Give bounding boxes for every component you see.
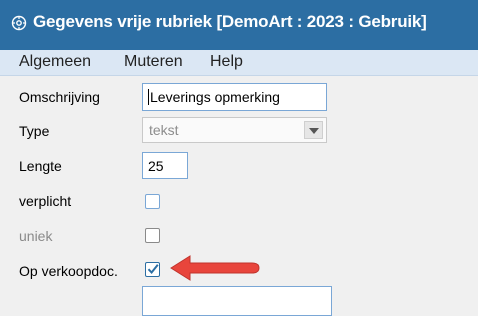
checkmark-icon: [147, 264, 159, 275]
lengte-label: Lengte: [19, 158, 62, 174]
arrow-left-icon: [170, 255, 260, 281]
chevron-down-icon[interactable]: [304, 121, 323, 139]
text-caret: [148, 89, 149, 105]
op-verkoopdoc-label: Op verkoopdoc.: [19, 263, 118, 279]
omschrijving-label: Omschrijving: [19, 89, 100, 105]
type-label: Type: [19, 123, 50, 139]
menu-item-muteren[interactable]: Muteren: [124, 53, 183, 71]
omschrijving-value: Leverings opmerking: [150, 89, 280, 105]
verplicht-label: verplicht: [19, 193, 72, 209]
window-title: Gegevens vrije rubriek [DemoArt : 2023 :…: [33, 12, 427, 31]
lengte-input[interactable]: 25: [142, 152, 188, 179]
menu-bar: Algemeen Muteren Help: [0, 50, 478, 76]
type-selected-value: tekst: [149, 122, 179, 138]
menu-item-algemeen[interactable]: Algemeen: [19, 53, 91, 71]
omschrijving-input[interactable]: Leverings opmerking: [142, 83, 327, 111]
rubriek-form: Omschrijving Leverings opmerking Type te…: [0, 76, 478, 316]
gear-icon: [11, 15, 27, 31]
uniek-label: uniek: [19, 228, 53, 244]
op-verkoopdoc-checkbox[interactable]: [145, 262, 160, 277]
verplicht-checkbox[interactable]: [145, 194, 160, 209]
lengte-value: 25: [148, 158, 164, 174]
menu-item-help[interactable]: Help: [210, 53, 243, 71]
window-titlebar: Gegevens vrije rubriek [DemoArt : 2023 :…: [0, 0, 478, 50]
uniek-checkbox: [145, 228, 160, 243]
type-select[interactable]: tekst: [142, 117, 327, 143]
